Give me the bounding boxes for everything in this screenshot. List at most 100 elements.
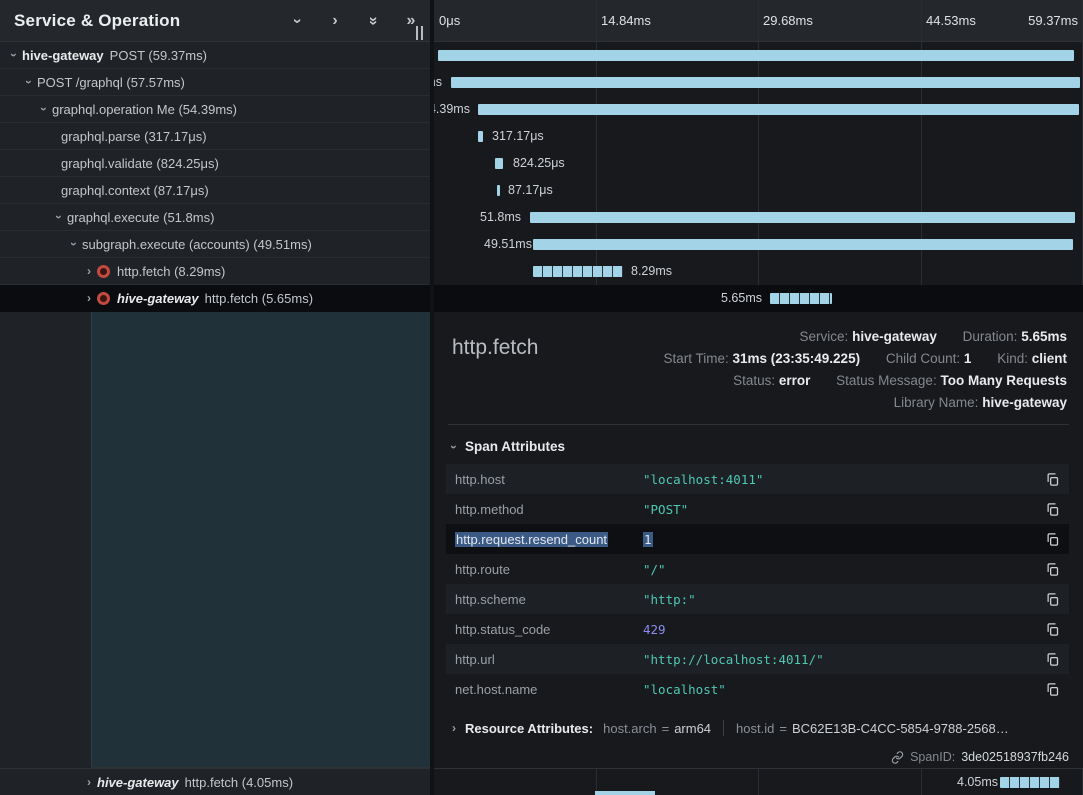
span-label: http.fetch (8.29ms): [117, 264, 225, 279]
span-bar[interactable]: [451, 77, 1080, 88]
tree-panel-header: Service & Operation › › » »: [0, 0, 430, 42]
span-bar-partial[interactable]: [595, 791, 655, 795]
attribute-key: http.request.resend_count: [455, 532, 643, 547]
tree-row-subgraph-execute[interactable]: › subgraph.execute (accounts) (49.51ms): [0, 231, 430, 258]
tree-row-hive-gateway-post[interactable]: › hive-gateway POST (59.37ms): [0, 42, 430, 69]
chevron-down-icon[interactable]: ›: [22, 74, 36, 90]
copy-icon[interactable]: [1045, 682, 1060, 697]
meta-line: Start Time: 31ms (23:35:49.225) Child Co…: [663, 348, 1067, 370]
timeline-row-selected[interactable]: 5.65ms: [434, 285, 1083, 312]
span-label: http.fetch (4.05ms): [185, 775, 293, 790]
attribute-value: "localhost:4011": [643, 472, 1045, 487]
ruler-tick: 29.68ms: [763, 13, 813, 28]
splitter-handle-icon[interactable]: [416, 26, 428, 40]
timeline-rows: 57.57ms 54.39ms 317.17μs 824.25μs 87.17μ…: [434, 42, 1083, 312]
chevron-right-icon[interactable]: ›: [81, 264, 97, 278]
copy-icon[interactable]: [1045, 502, 1060, 517]
copy-icon[interactable]: [1045, 622, 1060, 637]
duration-label: 4.05ms: [957, 775, 998, 789]
span-id-footer: SpanID: 3de02518937fb246: [434, 736, 1083, 764]
attribute-value: "http://localhost:4011/": [643, 652, 1045, 667]
chevron-right-icon[interactable]: ›: [81, 775, 97, 789]
span-bar[interactable]: [438, 50, 1074, 61]
attributes-table: http.host "localhost:4011" http.method "…: [446, 464, 1069, 704]
timeline-row[interactable]: 87.17μs: [434, 177, 1083, 204]
ruler-tick: 59.37ms: [1028, 13, 1078, 28]
service-name: hive-gateway: [117, 291, 199, 306]
span-bar[interactable]: [533, 266, 623, 277]
meta-value: hive-gateway: [982, 395, 1067, 410]
timeline-row[interactable]: 317.17μs: [434, 123, 1083, 150]
error-icon: [97, 265, 110, 278]
chevron-right-icon[interactable]: ›: [81, 291, 97, 305]
chevron-down-icon[interactable]: ›: [289, 14, 305, 28]
tree-row-graphql-parse[interactable]: graphql.parse (317.17μs): [0, 123, 430, 150]
timeline-row[interactable]: [434, 42, 1083, 69]
tree-row-post-graphql[interactable]: › POST /graphql (57.57ms): [0, 69, 430, 96]
copy-icon[interactable]: [1045, 472, 1060, 487]
span-tree-panel: Service & Operation › › » » › hive-gatew…: [0, 0, 430, 795]
tree-row-graphql-execute[interactable]: › graphql.execute (51.8ms): [0, 204, 430, 231]
span-bar[interactable]: [770, 293, 832, 304]
chevron-right-icon[interactable]: ›: [452, 721, 456, 735]
copy-icon[interactable]: [1045, 532, 1060, 547]
timeline-row[interactable]: 8.29ms: [434, 258, 1083, 285]
attribute-row-selected: http.request.resend_count 1: [446, 524, 1069, 554]
timeline-row[interactable]: 4.05ms: [434, 768, 1083, 795]
chevron-down-icon[interactable]: ›: [7, 47, 21, 63]
duration-label: 8.29ms: [631, 264, 672, 278]
attribute-row: net.host.name "localhost": [446, 674, 1069, 704]
meta-label: Start Time:: [663, 351, 728, 366]
span-bar[interactable]: [478, 131, 483, 142]
meta-label: Child Count:: [886, 351, 960, 366]
chevron-down-icon[interactable]: ›: [447, 445, 461, 449]
copy-icon[interactable]: [1045, 652, 1060, 667]
tree-row-http-fetch-5ms-selected[interactable]: › hive-gateway http.fetch (5.65ms): [0, 285, 430, 312]
span-attributes-header[interactable]: › Span Attributes: [434, 425, 1083, 464]
duration-label: 57.57ms: [434, 75, 442, 89]
attribute-key: net.host.name: [455, 682, 643, 697]
chevron-down-icon[interactable]: ›: [67, 236, 81, 252]
meta-value: error: [779, 373, 811, 388]
span-detail-panel: http.fetch Service: hive-gateway Duratio…: [434, 312, 1083, 768]
duration-label: 54.39ms: [434, 102, 470, 116]
attribute-row: http.status_code 429: [446, 614, 1069, 644]
meta-label: Duration:: [963, 329, 1018, 344]
divider: [723, 720, 724, 736]
error-icon: [97, 292, 110, 305]
ruler-tick: 0μs: [439, 13, 460, 28]
timeline-panel: 0μs 14.84ms 29.68ms 44.53ms 59.37ms 57.5…: [434, 0, 1083, 795]
timeline-row[interactable]: 54.39ms: [434, 96, 1083, 123]
chevron-down-icon[interactable]: ›: [52, 209, 66, 225]
tree-row-http-fetch-4ms[interactable]: › hive-gateway http.fetch (4.05ms): [0, 768, 430, 795]
timeline-row[interactable]: 49.51ms: [434, 231, 1083, 258]
span-bar[interactable]: [495, 158, 503, 169]
meta-label: Kind:: [997, 351, 1028, 366]
tree-row-graphql-operation[interactable]: › graphql.operation Me (54.39ms): [0, 96, 430, 123]
span-label: POST (59.37ms): [110, 48, 207, 63]
span-bar[interactable]: [1000, 777, 1060, 788]
span-bar[interactable]: [497, 185, 500, 196]
tree-row-graphql-validate[interactable]: graphql.validate (824.25μs): [0, 150, 430, 177]
tree-row-graphql-context[interactable]: graphql.context (87.17μs): [0, 177, 430, 204]
attribute-key: http.scheme: [455, 592, 643, 607]
chevron-right-icon[interactable]: ›: [328, 13, 342, 29]
tree-row-http-fetch-8ms[interactable]: › http.fetch (8.29ms): [0, 258, 430, 285]
chevron-down-icon[interactable]: ›: [37, 101, 51, 117]
span-label: graphql.validate (824.25μs): [61, 156, 219, 171]
span-bar[interactable]: [478, 104, 1079, 115]
copy-icon[interactable]: [1045, 592, 1060, 607]
span-bar[interactable]: [530, 212, 1075, 223]
copy-icon[interactable]: [1045, 562, 1060, 577]
link-icon[interactable]: [891, 751, 904, 764]
attribute-row: http.url "http://localhost:4011/": [446, 644, 1069, 674]
resource-attributes-row[interactable]: › Resource Attributes: host.arch = arm64…: [434, 704, 1083, 736]
attribute-value: "localhost": [643, 682, 1045, 697]
timeline-row[interactable]: 51.8ms: [434, 204, 1083, 231]
span-bar[interactable]: [533, 239, 1073, 250]
timeline-row[interactable]: 824.25μs: [434, 150, 1083, 177]
collapsed-children-region: [91, 312, 430, 768]
timeline-row[interactable]: 57.57ms: [434, 69, 1083, 96]
expand-all-icon[interactable]: »: [365, 14, 381, 28]
span-tree: › hive-gateway POST (59.37ms) › POST /gr…: [0, 42, 430, 312]
